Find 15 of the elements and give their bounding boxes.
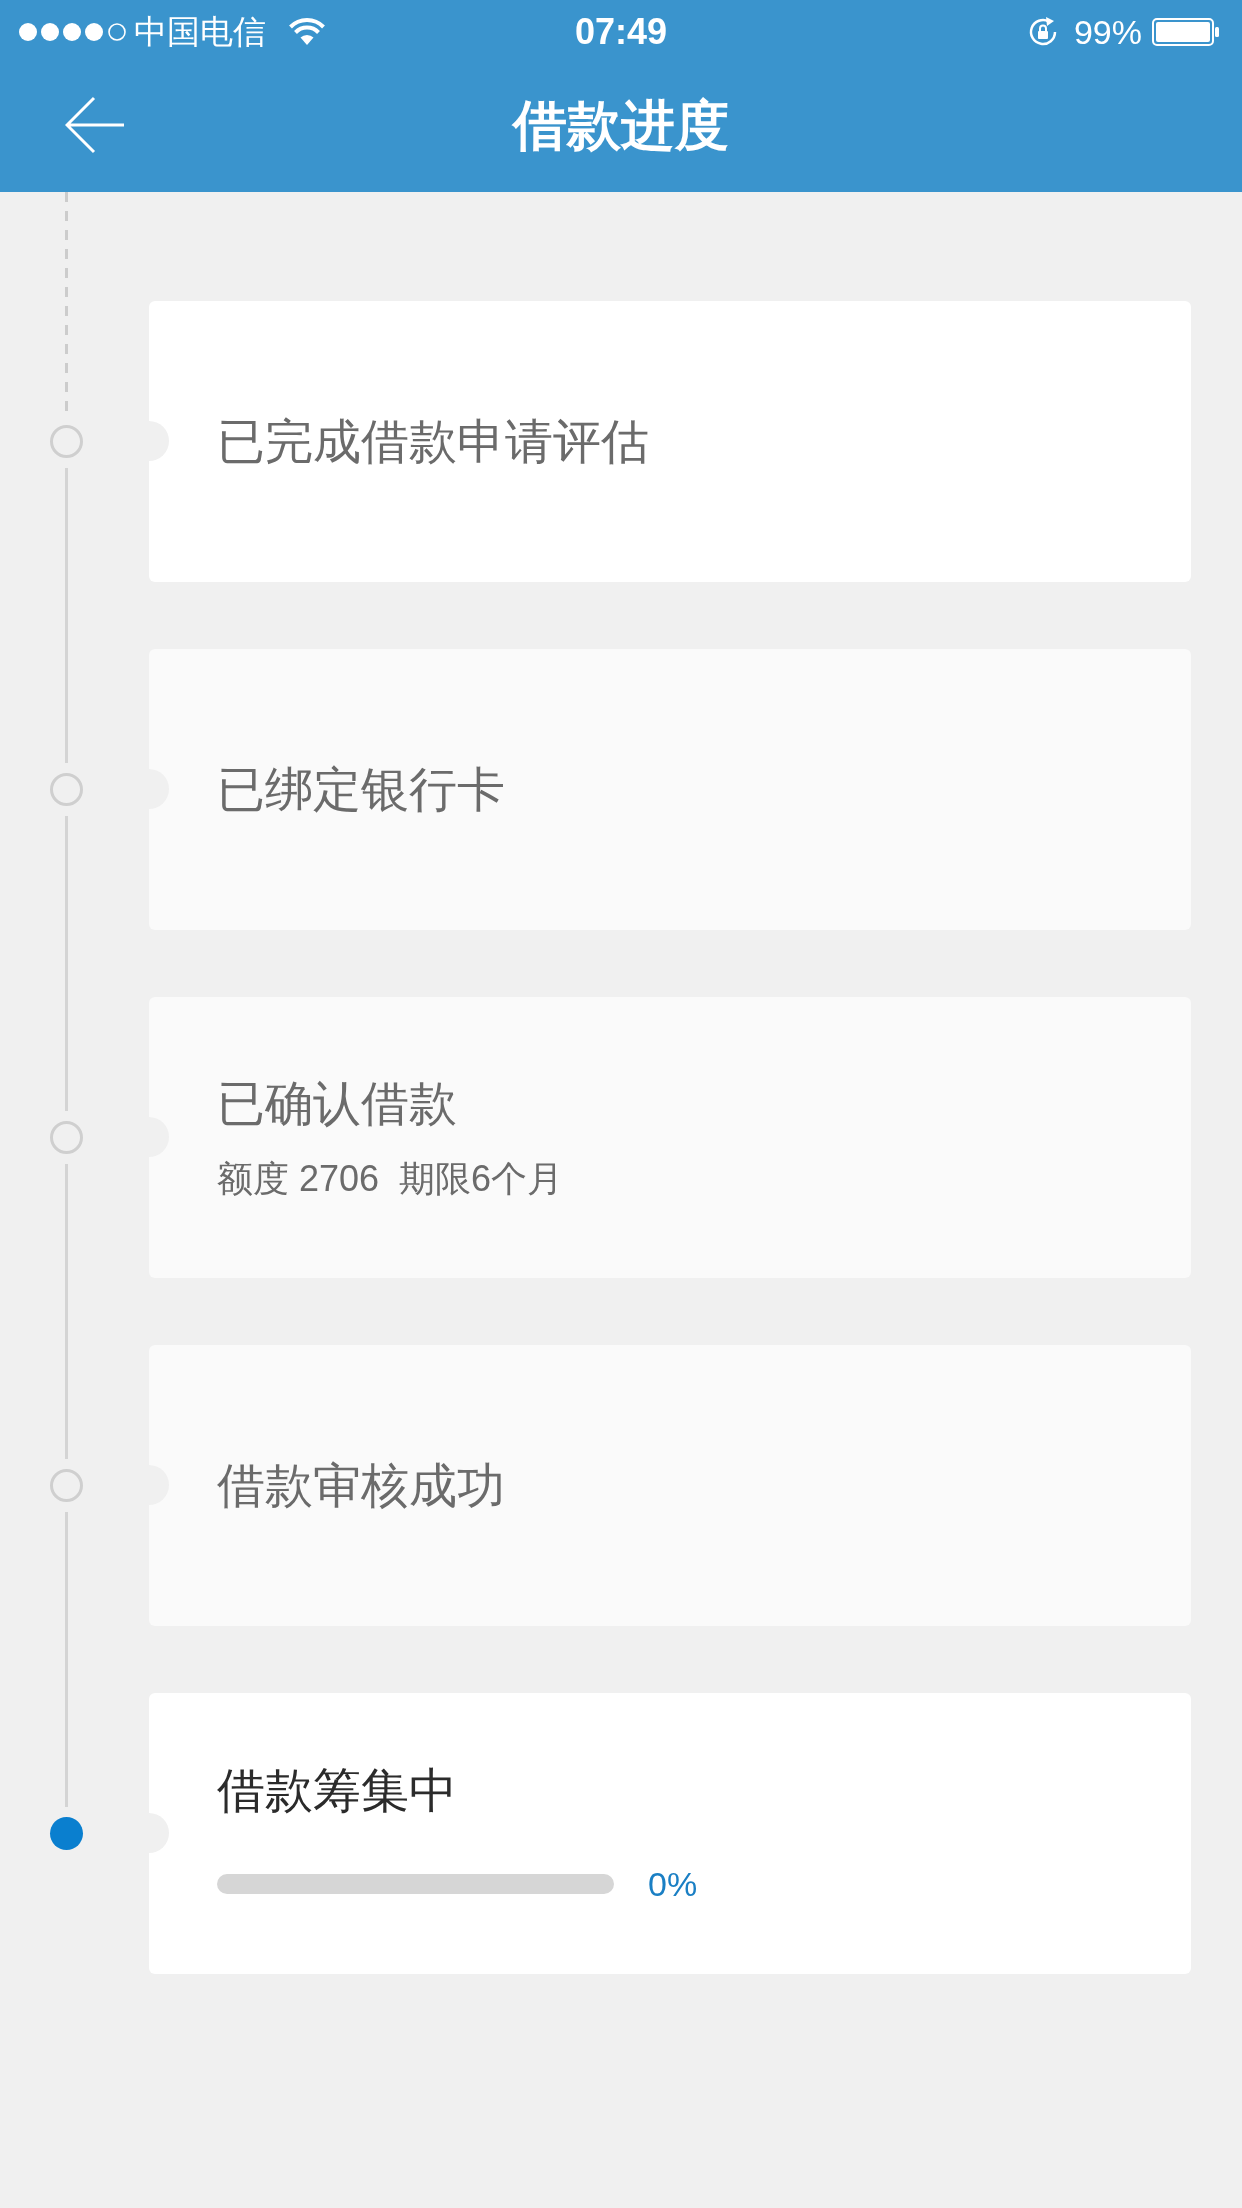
loan-details: 额度 2706 期限6个月 [217,1156,564,1200]
step-title: 已绑定银行卡 [217,761,505,818]
progress-percent: 0% [648,1863,698,1905]
back-arrow-icon [65,94,125,155]
step-title: 借款筹集中 [217,1763,457,1820]
step-title: 已完成借款申请评估 [217,413,649,470]
wifi-icon [288,17,326,46]
step-title: 借款审核成功 [217,1457,505,1514]
page-title: 借款进度 [513,97,729,152]
step-title: 已确认借款 [217,1076,457,1133]
battery-icon [1152,17,1220,46]
signal-strength-icon [18,21,128,42]
clock-time: 07:49 [574,13,668,50]
battery-percent: 99% [1073,14,1142,49]
carrier-name: 中国电信 [134,15,266,48]
